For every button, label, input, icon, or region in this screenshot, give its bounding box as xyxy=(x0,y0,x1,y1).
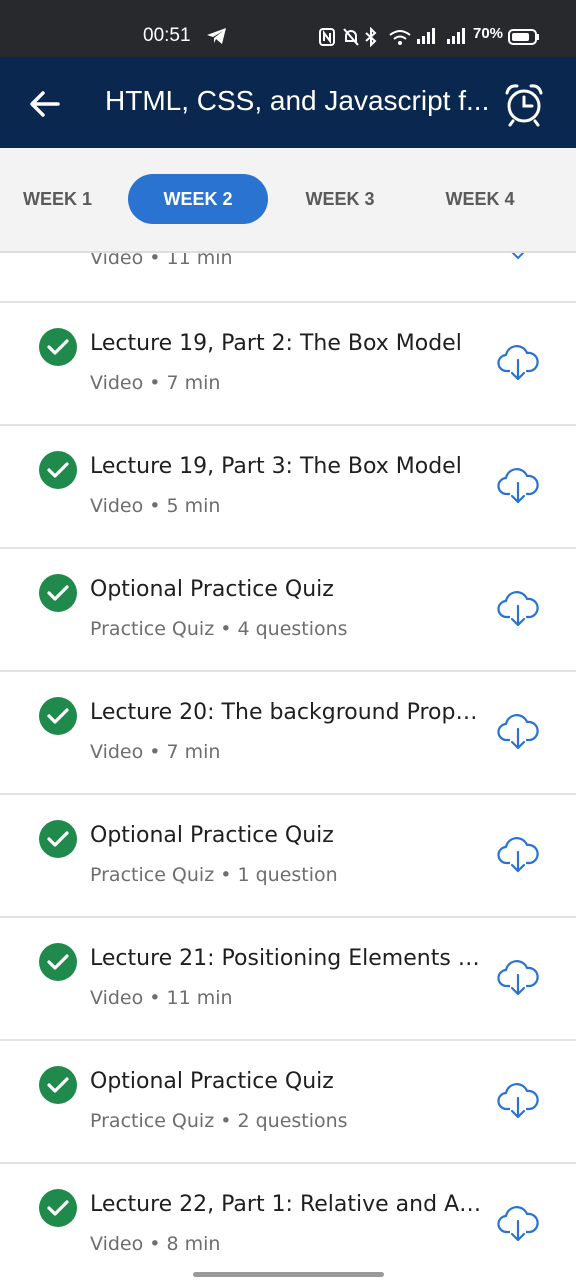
item-meta: Video • 8 min xyxy=(90,1233,221,1255)
item-title: Lecture 19, Part 2: The Box Model xyxy=(90,331,462,356)
cloud-download-icon[interactable] xyxy=(497,341,539,383)
alarm-clock-icon[interactable] xyxy=(501,81,547,127)
list-item[interactable]: Optional Practice Quiz Practice Quiz • 4… xyxy=(0,549,576,672)
check-circle-icon xyxy=(38,819,78,859)
list-item[interactable]: Lecture 20: The background Property Vide… xyxy=(0,672,576,795)
cloud-download-icon[interactable] xyxy=(497,833,539,875)
item-meta: Video • 5 min xyxy=(90,495,221,517)
home-indicator[interactable] xyxy=(193,1272,384,1277)
cloud-download-icon[interactable] xyxy=(497,956,539,998)
item-title: Optional Practice Quiz xyxy=(90,1069,334,1094)
check-circle-icon xyxy=(38,573,78,613)
item-title: Lecture 20: The background Property xyxy=(90,700,482,725)
check-circle-icon xyxy=(38,1188,78,1228)
check-circle-icon xyxy=(38,450,78,490)
app-bar: HTML, CSS, and Javascript f... xyxy=(0,57,576,148)
check-circle-icon xyxy=(38,327,78,367)
item-meta: Video • 7 min xyxy=(90,372,221,394)
status-bar: 00:51 70% xyxy=(0,0,576,57)
tab-week-1[interactable]: WEEK 1 xyxy=(10,174,105,224)
bluetooth-icon xyxy=(364,26,378,51)
list-item[interactable]: Optional Practice Quiz Practice Quiz • 1… xyxy=(0,795,576,918)
item-title: Optional Practice Quiz xyxy=(90,577,334,602)
arrow-left-icon[interactable] xyxy=(28,87,62,121)
download-icon[interactable] xyxy=(508,253,528,266)
cloud-download-icon[interactable] xyxy=(497,710,539,752)
item-title: Lecture 19, Part 3: The Box Model xyxy=(90,454,462,479)
item-title: Lecture 21: Positioning Elements by... xyxy=(90,946,482,971)
nfc-icon xyxy=(318,27,336,51)
telegram-icon xyxy=(206,26,228,50)
cloud-download-icon[interactable] xyxy=(497,1202,539,1244)
lesson-list: Video • 11 min Lecture 19, Part 2: The B… xyxy=(0,253,576,1280)
check-circle-icon xyxy=(38,942,78,982)
item-title: Lecture 22, Part 1: Relative and Abs... xyxy=(90,1192,482,1217)
list-item[interactable]: Lecture 22, Part 1: Relative and Abs... … xyxy=(0,1164,576,1280)
week-tabs: WEEK 1 WEEK 2 WEEK 3 WEEK 4 xyxy=(0,148,576,253)
page-title: HTML, CSS, and Javascript f... xyxy=(105,85,490,116)
tab-week-3[interactable]: WEEK 3 xyxy=(290,174,390,224)
item-meta: Video • 11 min xyxy=(90,253,233,269)
check-circle-icon xyxy=(38,696,78,736)
tab-week-4[interactable]: WEEK 4 xyxy=(430,174,530,224)
list-item[interactable]: Lecture 19, Part 3: The Box Model Video … xyxy=(0,426,576,549)
cloud-download-icon[interactable] xyxy=(497,587,539,629)
list-item[interactable]: Optional Practice Quiz Practice Quiz • 2… xyxy=(0,1041,576,1164)
status-time: 00:51 xyxy=(143,25,191,46)
check-circle-icon xyxy=(38,1065,78,1105)
wifi-icon xyxy=(388,27,412,51)
battery-percent: 70% xyxy=(473,25,504,42)
tab-week-2[interactable]: WEEK 2 xyxy=(128,174,268,224)
item-meta: Video • 11 min xyxy=(90,987,233,1009)
list-item[interactable]: Lecture 19, Part 2: The Box Model Video … xyxy=(0,303,576,426)
bell-muted-icon xyxy=(342,27,360,51)
item-meta: Practice Quiz • 1 question xyxy=(90,864,338,886)
cloud-download-icon[interactable] xyxy=(497,464,539,506)
item-meta: Practice Quiz • 2 questions xyxy=(90,1110,348,1132)
list-item[interactable]: Video • 11 min xyxy=(0,253,576,303)
item-meta: Practice Quiz • 4 questions xyxy=(90,618,348,640)
signal-icon xyxy=(446,27,466,49)
item-meta: Video • 7 min xyxy=(90,741,221,763)
signal-icon xyxy=(416,27,436,49)
list-item[interactable]: Lecture 21: Positioning Elements by... V… xyxy=(0,918,576,1041)
item-title: Optional Practice Quiz xyxy=(90,823,334,848)
battery-icon xyxy=(508,28,540,50)
cloud-download-icon[interactable] xyxy=(497,1079,539,1121)
